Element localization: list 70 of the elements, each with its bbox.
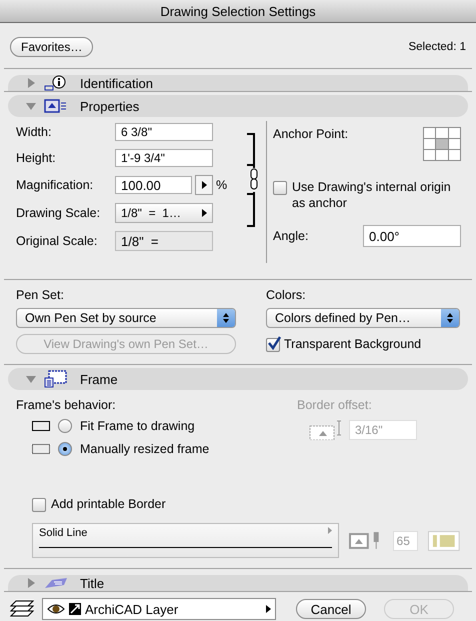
- section-header[interactable]: Title: [8, 575, 468, 591]
- checkbox[interactable]: [32, 498, 46, 512]
- frame-icon: [44, 370, 68, 388]
- selected-count: Selected: 1: [408, 41, 466, 53]
- dotted-frame-icon: [32, 444, 50, 454]
- arrow-right-icon: [202, 209, 207, 217]
- checkbox-label: Use Drawing's internal origin as anchor: [292, 179, 452, 211]
- layer-lock-icon: [69, 603, 81, 615]
- section-title: Frame: [80, 372, 118, 386]
- layers-icon: [10, 600, 34, 618]
- properties-icon: [44, 98, 68, 114]
- scale-display: 1/8" =: [115, 231, 213, 251]
- unit-label: %: [216, 178, 228, 192]
- disclosure-triangle-icon[interactable]: [26, 78, 36, 88]
- stepper-icon: [217, 309, 235, 327]
- section-header[interactable]: Identification: [8, 75, 468, 91]
- stepper-icon: [441, 309, 459, 327]
- eye-icon: [47, 603, 65, 615]
- info-icon: [44, 75, 68, 91]
- link-bracket-icon: [246, 133, 260, 227]
- field-label: Frame's behavior:: [16, 398, 117, 412]
- checkbox[interactable]: [273, 181, 287, 195]
- input-field[interactable]: 100.00: [115, 176, 192, 194]
- title-label-icon: [44, 576, 68, 590]
- section-title: Identification: [80, 76, 153, 90]
- arrow-right-icon: [202, 181, 206, 189]
- color-swatch-icon: [428, 530, 460, 550]
- field-label: Pen Set:: [16, 288, 65, 302]
- line-type-label: Solid Line: [39, 527, 88, 539]
- field-label: Colors:: [266, 288, 307, 302]
- radio-label: Fit Frame to drawing: [80, 419, 195, 433]
- field-label: Angle:: [273, 229, 308, 243]
- field-label: Anchor Point:: [273, 127, 348, 141]
- radio-button[interactable]: [58, 442, 72, 456]
- input-field[interactable]: 0.00°: [363, 225, 461, 247]
- field-label: Original Scale:: [16, 234, 98, 248]
- radio-label: Manually resized frame: [80, 442, 210, 456]
- section-header[interactable]: Frame: [8, 368, 468, 390]
- menu-arrow-button[interactable]: [195, 175, 213, 195]
- checkbox[interactable]: [266, 338, 280, 352]
- input-field[interactable]: 6 3/8": [115, 123, 213, 141]
- section-title: Properties: [80, 98, 140, 114]
- checkbox-label: Transparent Background: [284, 337, 422, 351]
- solid-frame-icon: [32, 421, 50, 431]
- radio-button[interactable]: [58, 419, 72, 433]
- disclosure-triangle-icon[interactable]: [26, 578, 36, 588]
- layer-name: ArchiCAD Layer: [85, 602, 180, 616]
- border-offset-icon: [309, 420, 343, 440]
- window-title: Drawing Selection Settings: [160, 4, 316, 18]
- scale-popup[interactable]: 1/8" = 1…: [115, 203, 213, 223]
- colors-dropdown[interactable]: Colors defined by Pen…: [266, 308, 460, 328]
- section-header[interactable]: Properties: [8, 95, 468, 117]
- field-label: Drawing Scale:: [16, 206, 102, 220]
- pen-set-dropdown[interactable]: Own Pen Set by source: [16, 308, 236, 328]
- field-label: Border offset:: [297, 398, 373, 412]
- section-title: Title: [80, 576, 104, 590]
- field-label: Height:: [16, 151, 57, 165]
- checkbox-label: Add printable Border: [51, 497, 166, 511]
- anchor-point-grid[interactable]: [423, 127, 461, 161]
- disclosure-triangle-icon[interactable]: [26, 101, 36, 111]
- arrow-right-icon: [266, 605, 271, 613]
- field-label: Width:: [16, 125, 52, 139]
- line-type-popup[interactable]: Solid Line: [32, 523, 339, 558]
- arrow-right-icon: [328, 527, 332, 534]
- favorites-button[interactable]: Favorites…: [10, 37, 94, 57]
- disclosure-triangle-icon[interactable]: [26, 374, 36, 384]
- cancel-button[interactable]: Cancel: [296, 599, 366, 619]
- input-field[interactable]: 1'-9 3/4": [115, 149, 213, 167]
- field-label: Magnification:: [16, 178, 94, 192]
- layer-dropdown[interactable]: ArchiCAD Layer: [42, 598, 276, 620]
